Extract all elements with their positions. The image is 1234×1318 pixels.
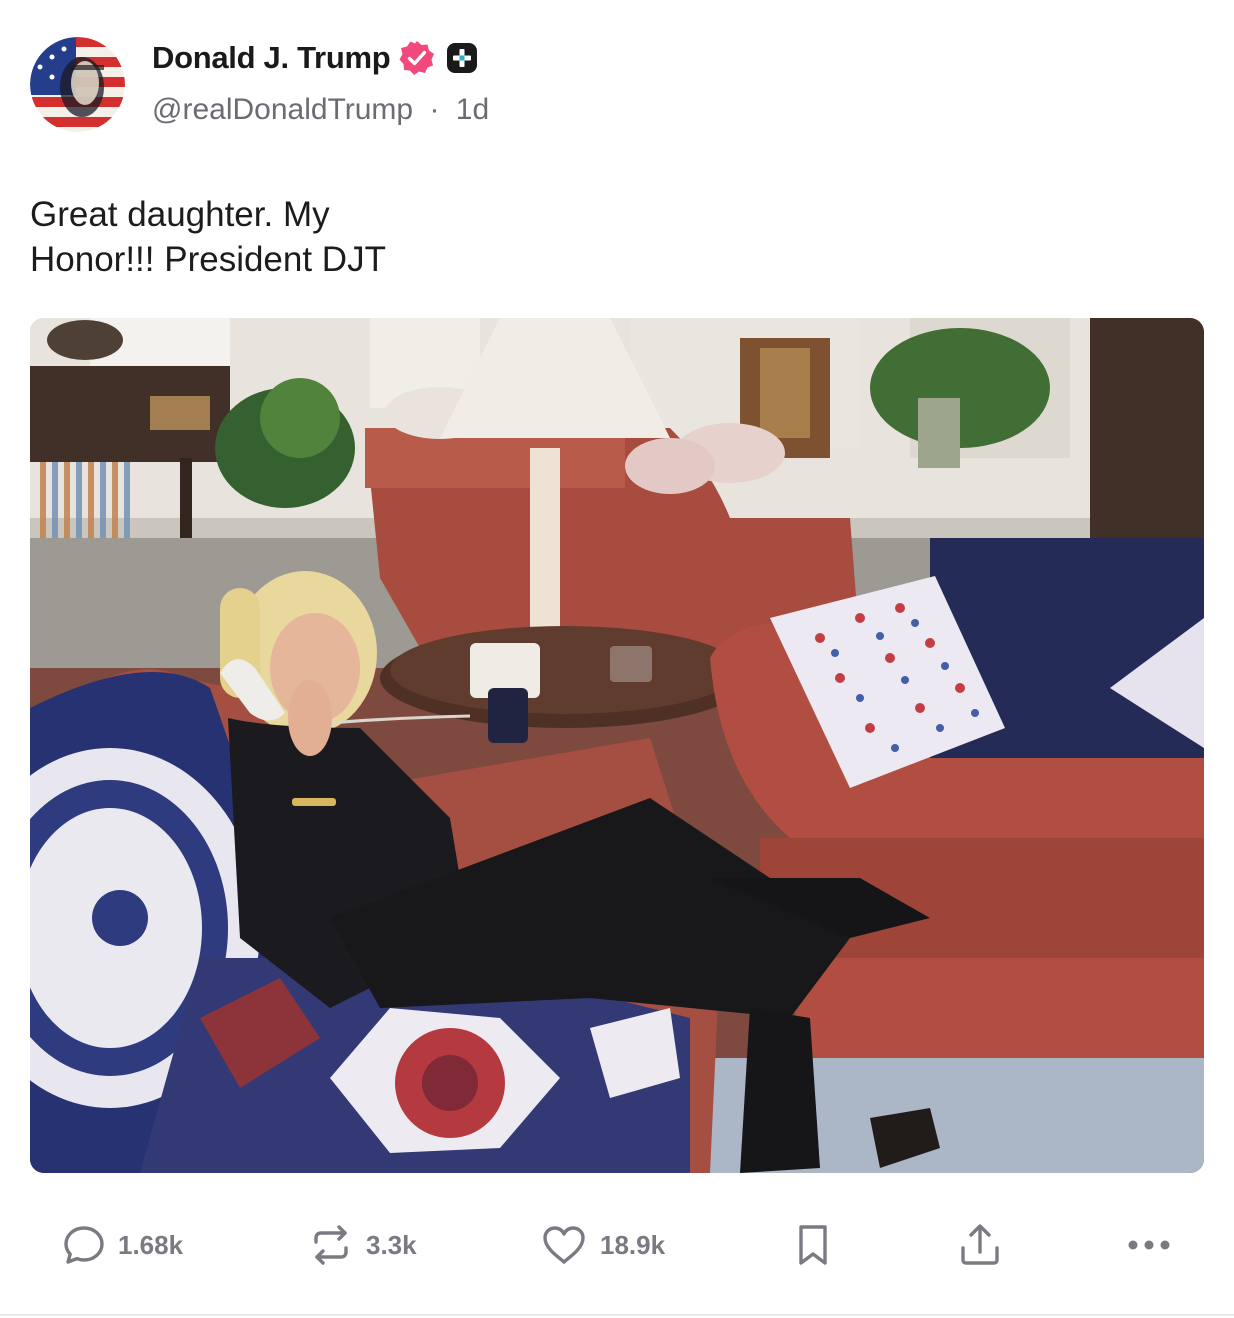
post-text-line: Great daughter. My bbox=[30, 195, 330, 234]
repost-button[interactable]: 3.3k bbox=[308, 1212, 417, 1278]
post-actions: 1.68k 3.3k 18.9k bbox=[0, 1212, 1234, 1278]
share-icon bbox=[958, 1222, 1002, 1268]
more-options-button[interactable] bbox=[1126, 1212, 1172, 1278]
comment-icon bbox=[62, 1223, 106, 1267]
post-text: Great daughter. My Honor!!! President DJ… bbox=[30, 192, 630, 282]
author-display-name[interactable]: Donald J. Trump bbox=[152, 40, 391, 76]
author-avatar[interactable] bbox=[30, 37, 125, 132]
post-text-line: Honor!!! President DJT bbox=[30, 240, 386, 279]
share-button[interactable] bbox=[958, 1212, 1002, 1278]
post-card: Donald J. Trump @realDonaldTrump · 1d Gr… bbox=[0, 0, 1234, 1318]
author-handle[interactable]: @realDonaldTrump bbox=[152, 93, 413, 126]
like-count: 18.9k bbox=[600, 1229, 666, 1260]
verified-check-icon bbox=[398, 39, 436, 77]
reply-count: 1.68k bbox=[118, 1229, 184, 1260]
repost-icon bbox=[308, 1222, 354, 1268]
post-timestamp[interactable]: 1d bbox=[456, 93, 489, 126]
heart-icon bbox=[540, 1223, 588, 1267]
post-photo[interactable] bbox=[30, 318, 1204, 1173]
post-divider bbox=[0, 1314, 1234, 1316]
bookmark-icon bbox=[793, 1222, 833, 1268]
reply-button[interactable]: 1.68k bbox=[62, 1212, 183, 1278]
author-meta: @realDonaldTrump · 1d bbox=[152, 93, 489, 127]
meta-separator: · bbox=[429, 93, 440, 126]
like-button[interactable]: 18.9k bbox=[540, 1212, 665, 1278]
plus-badge-icon bbox=[446, 42, 478, 74]
bookmark-button[interactable] bbox=[793, 1212, 833, 1278]
more-horizontal-icon bbox=[1126, 1235, 1172, 1255]
repost-count: 3.3k bbox=[366, 1229, 417, 1260]
